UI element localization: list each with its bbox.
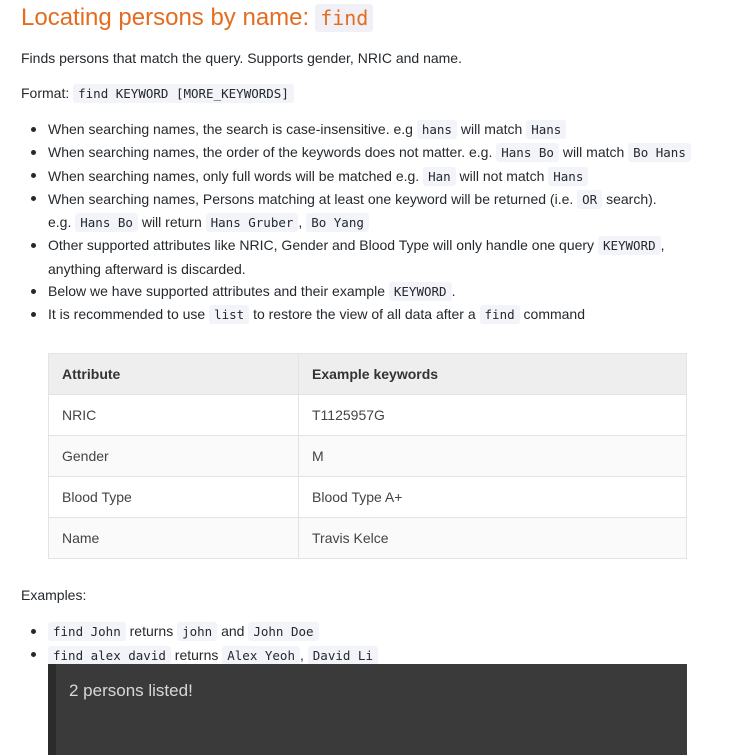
inline-code: Hans Bo bbox=[75, 213, 138, 233]
result-message: 2 persons listed! bbox=[69, 681, 193, 700]
table-cell: NRIC bbox=[48, 394, 299, 436]
inline-code: KEYWORD bbox=[388, 282, 452, 302]
table-cell: Blood Type A+ bbox=[298, 476, 687, 518]
table-cell: Name bbox=[48, 517, 299, 559]
inline-code: Bo Yang bbox=[306, 213, 369, 233]
column-header: Attribute bbox=[48, 353, 299, 395]
list-item: Below we have supported attributes and t… bbox=[21, 280, 691, 303]
table-cell: Gender bbox=[48, 435, 299, 477]
inline-code: Bo Hans bbox=[628, 143, 691, 163]
inline-code: Hans Gruber bbox=[205, 213, 299, 233]
table-row: Name Travis Kelce bbox=[48, 517, 687, 559]
list-item: find John returns john and John Doe bbox=[21, 620, 691, 644]
list-item: When searching names, the search is case… bbox=[21, 118, 691, 141]
attributes-table: Attribute Example keywords NRIC T1125957… bbox=[48, 353, 687, 559]
column-header: Example keywords bbox=[298, 353, 687, 395]
inline-code: KEYWORD bbox=[597, 236, 661, 256]
table-cell: Blood Type bbox=[48, 476, 299, 518]
inline-code: Han bbox=[423, 166, 456, 186]
inline-code: Alex Yeoh bbox=[222, 645, 300, 665]
list-item: When searching names, Persons matching a… bbox=[21, 188, 691, 235]
inline-code: hans bbox=[416, 120, 457, 139]
format-label: Format: bbox=[21, 85, 70, 101]
inline-code: find John bbox=[48, 622, 126, 641]
inline-code: David Li bbox=[307, 645, 378, 665]
format-code: find KEYWORD [MORE_KEYWORDS] bbox=[73, 84, 294, 103]
result-screenshot: 2 persons listed! bbox=[48, 664, 687, 755]
inline-code: find bbox=[479, 305, 520, 325]
inline-code: Hans bbox=[526, 120, 567, 139]
table-header-row: Attribute Example keywords bbox=[48, 353, 687, 395]
format-line: Format: find KEYWORD [MORE_KEYWORDS] bbox=[21, 82, 294, 105]
inline-code: Hans bbox=[548, 166, 589, 186]
table-cell: M bbox=[298, 435, 687, 477]
intro-text: Finds persons that match the query. Supp… bbox=[21, 50, 462, 66]
table-cell: T1125957G bbox=[298, 394, 687, 436]
list-item: When searching names, only full words wi… bbox=[21, 165, 691, 188]
inline-code: find alex david bbox=[48, 645, 171, 665]
table-row: Gender M bbox=[48, 435, 687, 477]
list-item: Other supported attributes like NRIC, Ge… bbox=[21, 234, 691, 280]
title-text: Locating persons by name: bbox=[21, 4, 310, 31]
examples-label: Examples: bbox=[21, 587, 87, 603]
list-item: When searching names, the order of the k… bbox=[21, 141, 691, 164]
inline-code: list bbox=[209, 305, 250, 325]
page-title: Locating persons by name: find bbox=[21, 3, 374, 33]
inline-code: john bbox=[177, 622, 218, 641]
title-code: find bbox=[315, 4, 374, 32]
list-item: It is recommended to use list to restore… bbox=[21, 303, 691, 326]
examples-list: find John returns john and John Doe find… bbox=[21, 620, 691, 667]
table-row: Blood Type Blood Type A+ bbox=[48, 476, 687, 518]
inline-code: OR bbox=[577, 189, 603, 209]
table-cell: Travis Kelce bbox=[298, 517, 687, 559]
inline-code: Hans Bo bbox=[496, 143, 559, 163]
inline-code: John Doe bbox=[248, 622, 319, 641]
notes-list: When searching names, the search is case… bbox=[21, 118, 691, 327]
table-row: NRIC T1125957G bbox=[48, 394, 687, 436]
